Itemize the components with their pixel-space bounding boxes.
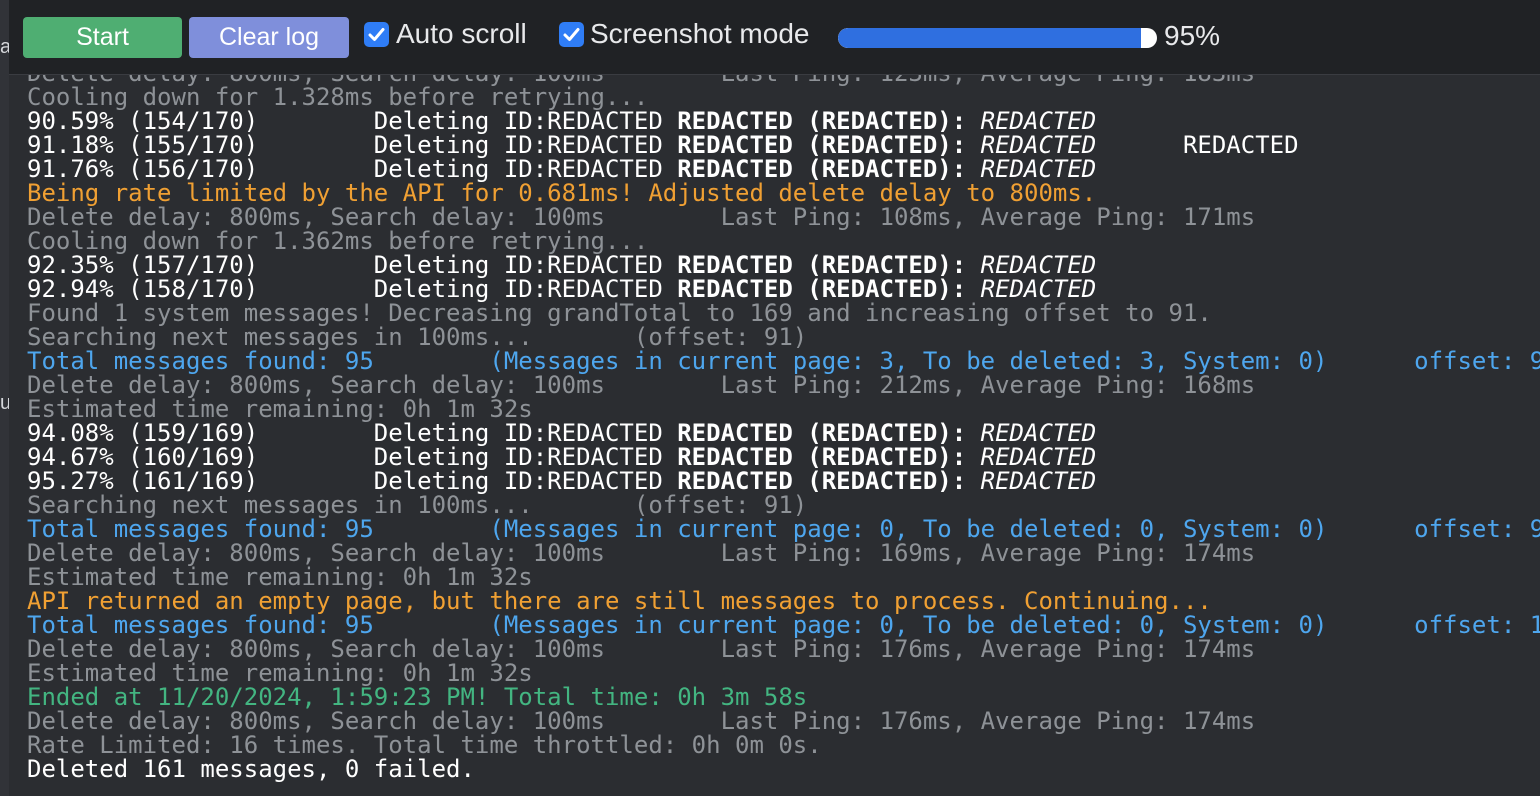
log-line: 95.27% (161/169) Deleting ID:REDACTED RE… (27, 469, 1540, 493)
log-line: Delete delay: 800ms, Search delay: 100ms… (27, 709, 1540, 733)
log-line: 91.76% (156/170) Deleting ID:REDACTED RE… (27, 157, 1540, 181)
log-segment: REDACTED (980, 467, 1097, 495)
log-line: Being rate limited by the API for 0.681m… (27, 181, 1540, 205)
log-line: Searching next messages in 100ms... (off… (27, 493, 1540, 517)
log-panel[interactable]: Delete delay: 800ms, Search delay: 100ms… (9, 75, 1540, 796)
progress-bar-fill (838, 28, 1142, 48)
log-line: Delete delay: 800ms, Search delay: 100ms… (27, 373, 1540, 397)
log-line: Delete delay: 800ms, Search delay: 100ms… (27, 205, 1540, 229)
log-line: Total messages found: 95 (Messages in cu… (27, 613, 1540, 637)
log-line: Cooling down for 1.328ms before retrying… (27, 85, 1540, 109)
log-line: Delete delay: 800ms, Search delay: 100ms… (27, 637, 1540, 661)
log-line: 94.67% (160/169) Deleting ID:REDACTED RE… (27, 445, 1540, 469)
log-line: Searching next messages in 100ms... (off… (27, 325, 1540, 349)
clear-log-button[interactable]: Clear log (189, 17, 349, 58)
progress-percent: 95% (1164, 20, 1221, 51)
log-line: 94.08% (159/169) Deleting ID:REDACTED RE… (27, 421, 1540, 445)
log-line: Estimated time remaining: 0h 1m 32s (27, 565, 1540, 589)
checkmark-icon (563, 28, 580, 41)
screenshot-mode-label[interactable]: Screenshot mode (590, 18, 809, 50)
log-line: Total messages found: 95 (Messages in cu… (27, 349, 1540, 373)
auto-scroll-checkbox[interactable] (364, 22, 389, 47)
log-segment: REDACTED (1096, 131, 1299, 159)
log-line: 91.18% (155/170) Deleting ID:REDACTED RE… (27, 133, 1540, 157)
log-line: Estimated time remaining: 0h 1m 32s (27, 397, 1540, 421)
log-line: 92.94% (158/170) Deleting ID:REDACTED RE… (27, 277, 1540, 301)
log-lines: Delete delay: 800ms, Search delay: 100ms… (27, 75, 1540, 781)
auto-scroll-label[interactable]: Auto scroll (396, 18, 527, 50)
log-line: Cooling down for 1.362ms before retrying… (27, 229, 1540, 253)
log-line: Total messages found: 95 (Messages in cu… (27, 517, 1540, 541)
checkmark-icon (368, 28, 385, 41)
start-button[interactable]: Start (23, 17, 182, 58)
log-line: 92.35% (157/170) Deleting ID:REDACTED RE… (27, 253, 1540, 277)
log-line: Estimated time remaining: 0h 1m 32s (27, 661, 1540, 685)
log-line: API returned an empty page, but there ar… (27, 589, 1540, 613)
log-line: Deleted 161 messages, 0 failed. (27, 757, 1540, 781)
log-segment: Deleted 161 messages, 0 failed. (27, 755, 475, 783)
log-line: Ended at 11/20/2024, 1:59:23 PM! Total t… (27, 685, 1540, 709)
log-line: Rate Limited: 16 times. Total time throt… (27, 733, 1540, 757)
toolbar: Start Clear log Auto scroll Screenshot m… (9, 0, 1540, 75)
progress-bar (838, 28, 1157, 48)
log-line: Found 1 system messages! Decreasing gran… (27, 301, 1540, 325)
log-segment (966, 467, 980, 495)
log-line: Delete delay: 800ms, Search delay: 100ms… (27, 541, 1540, 565)
screenshot-mode-checkbox[interactable] (559, 22, 584, 47)
log-line: 90.59% (154/170) Deleting ID:REDACTED RE… (27, 109, 1540, 133)
